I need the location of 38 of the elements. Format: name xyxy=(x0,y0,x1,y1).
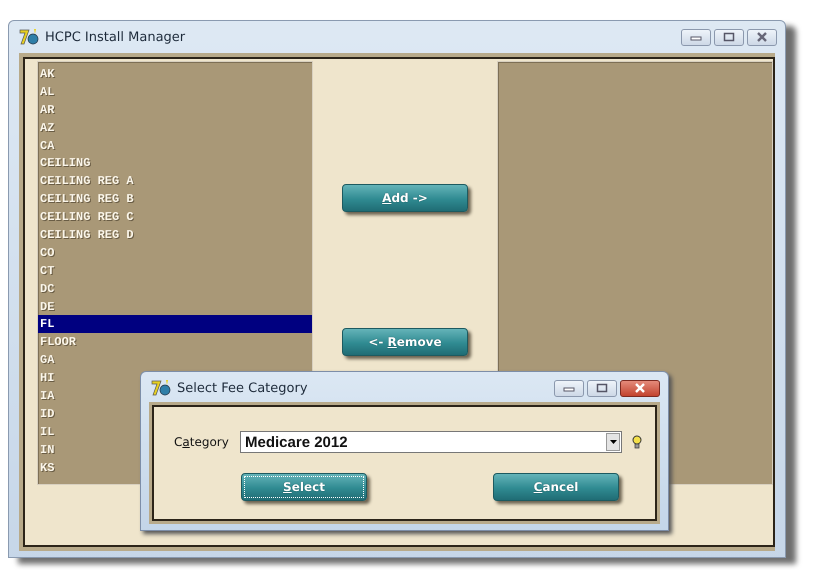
list-item[interactable]: CO xyxy=(38,244,312,262)
list-item[interactable]: AL xyxy=(38,82,312,101)
minimize-button[interactable] xyxy=(681,28,711,46)
close-button[interactable] xyxy=(747,28,777,46)
dialog-title: Select Fee Category xyxy=(177,380,308,396)
category-label: Category xyxy=(174,435,230,449)
app-icon xyxy=(19,28,39,46)
list-item[interactable]: DE xyxy=(38,298,312,316)
cancel-button[interactable]: Cancel xyxy=(493,473,619,501)
list-item[interactable]: FL xyxy=(38,315,312,334)
list-item[interactable]: DC xyxy=(38,280,312,298)
window-title: HCPC Install Manager xyxy=(45,30,186,44)
list-item[interactable]: AZ xyxy=(38,118,312,137)
minimize-button[interactable] xyxy=(554,380,584,396)
list-item[interactable]: CEILING xyxy=(38,154,312,172)
lightbulb-icon[interactable] xyxy=(632,434,642,450)
category-dropdown[interactable]: Medicare 2012 xyxy=(240,431,622,453)
maximize-icon xyxy=(596,383,608,393)
list-item[interactable]: AR xyxy=(38,100,312,119)
list-item[interactable]: FLOOR xyxy=(38,333,312,352)
list-item[interactable]: CEILING REG A xyxy=(38,172,312,190)
app-icon xyxy=(151,379,171,397)
select-button[interactable]: Select xyxy=(241,473,367,501)
close-button[interactable] xyxy=(620,380,660,396)
list-item[interactable]: CEILING REG D xyxy=(38,226,312,244)
maximize-icon xyxy=(723,32,735,42)
remove-button[interactable]: <- Remove xyxy=(342,328,468,356)
maximize-button[interactable] xyxy=(587,380,617,396)
close-icon xyxy=(633,383,647,393)
list-item[interactable]: CA xyxy=(38,136,312,154)
maximize-button[interactable] xyxy=(714,28,744,46)
list-item[interactable]: AK xyxy=(38,65,312,83)
list-item[interactable]: CT xyxy=(38,262,312,280)
list-item[interactable]: GA xyxy=(38,351,312,370)
list-item[interactable]: CEILING REG B xyxy=(38,190,312,208)
list-item[interactable]: CEILING REG C xyxy=(38,208,312,226)
add-button[interactable]: Add -> xyxy=(342,184,468,212)
close-icon xyxy=(755,32,769,42)
